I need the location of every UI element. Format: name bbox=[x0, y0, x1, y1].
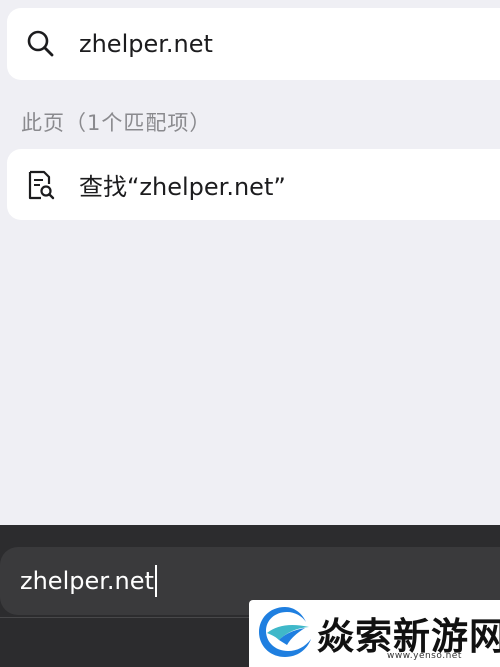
find-on-page-text: 查找“zhelper.net” bbox=[79, 173, 286, 201]
search-suggestion-text: zhelper.net bbox=[79, 30, 213, 58]
search-suggestion-row[interactable]: zhelper.net bbox=[7, 8, 500, 80]
find-in-page-icon bbox=[26, 169, 70, 201]
address-bar-text: zhelper.net bbox=[20, 567, 154, 595]
watermark: 焱索新游网 www.yenso.net bbox=[249, 600, 500, 667]
watermark-subtext: www.yenso.net bbox=[387, 651, 462, 661]
find-on-page-row[interactable]: 查找“zhelper.net” bbox=[7, 149, 500, 220]
search-icon bbox=[26, 29, 70, 59]
watermark-logo-icon bbox=[255, 603, 315, 665]
text-cursor bbox=[154, 565, 157, 597]
on-page-section-label: 此页（1个匹配项） bbox=[21, 111, 212, 135]
